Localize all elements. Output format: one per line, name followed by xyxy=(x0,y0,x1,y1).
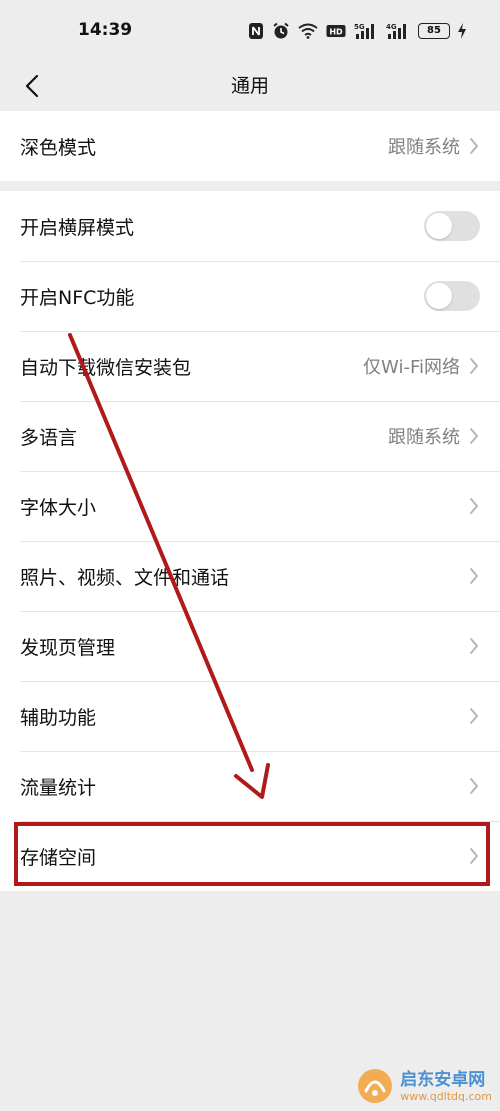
settings-item-label: 开启NFC功能 xyxy=(20,286,135,309)
chevron-right-icon xyxy=(468,427,480,445)
settings-item-media-files[interactable]: 照片、视频、文件和通话 xyxy=(0,541,500,611)
hd-icon: HD xyxy=(326,25,346,37)
settings-item-accessibility[interactable]: 辅助功能 xyxy=(0,681,500,751)
settings-item-discover-management[interactable]: 发现页管理 xyxy=(0,611,500,681)
chevron-right-icon xyxy=(468,357,480,375)
wifi-icon xyxy=(298,23,318,39)
settings-group-display: 深色模式 跟随系统 xyxy=(0,111,500,181)
settings-item-font-size[interactable]: 字体大小 xyxy=(0,471,500,541)
settings-item-label: 多语言 xyxy=(20,426,78,449)
toggle-knob xyxy=(426,283,452,309)
chevron-right-icon xyxy=(468,567,480,585)
chevron-right-icon xyxy=(468,707,480,725)
svg-text:5G: 5G xyxy=(354,23,365,31)
settings-item-nfc: 开启NFC功能 xyxy=(0,261,500,331)
settings-item-label: 照片、视频、文件和通话 xyxy=(20,566,230,589)
settings-item-data-usage[interactable]: 流量统计 xyxy=(0,751,500,821)
status-bar: 14:39 HD 5G 4G 85 xyxy=(0,0,500,62)
settings-item-storage[interactable]: 存储空间 xyxy=(0,821,500,891)
settings-item-label: 字体大小 xyxy=(20,496,97,519)
settings-item-auto-download[interactable]: 自动下载微信安装包 仅Wi-Fi网络 xyxy=(0,331,500,401)
settings-item-label: 开启横屏模式 xyxy=(20,216,135,239)
settings-item-dark-mode[interactable]: 深色模式 跟随系统 xyxy=(0,111,500,181)
settings-item-label: 存储空间 xyxy=(20,846,97,869)
toggle-knob xyxy=(426,213,452,239)
settings-item-language[interactable]: 多语言 跟随系统 xyxy=(0,401,500,471)
settings-item-label: 流量统计 xyxy=(20,776,97,799)
page-title: 通用 xyxy=(230,75,269,97)
chevron-right-icon xyxy=(468,497,480,515)
watermark-url: www.qdltdq.com xyxy=(400,1089,492,1103)
settings-item-label: 发现页管理 xyxy=(20,636,116,659)
watermark-title: 启东安卓网 xyxy=(400,1069,486,1090)
nfc-toggle[interactable] xyxy=(424,281,480,311)
settings-item-label: 深色模式 xyxy=(20,136,97,159)
settings-item-label: 自动下载微信安装包 xyxy=(20,356,192,379)
watermark: 启东安卓网 www.qdltdq.com xyxy=(356,1067,492,1105)
status-time: 14:39 xyxy=(78,20,133,40)
landscape-mode-toggle[interactable] xyxy=(424,211,480,241)
charging-icon xyxy=(458,23,466,39)
navigation-bar: 通用 xyxy=(0,62,500,110)
watermark-logo-icon xyxy=(358,1069,393,1103)
watermark-text: 启东安卓网 www.qdltdq.com xyxy=(400,1070,492,1103)
chevron-right-icon xyxy=(468,847,480,865)
nfc-icon xyxy=(249,23,263,39)
chevron-right-icon xyxy=(468,637,480,655)
settings-item-label: 辅助功能 xyxy=(20,706,97,729)
status-icons: HD 5G 4G 85 xyxy=(248,19,466,43)
svg-text:HD: HD xyxy=(329,28,343,37)
signal-5g-icon: 5G xyxy=(354,23,374,39)
battery-icon: 85 xyxy=(418,23,450,39)
settings-item-value: 仅Wi-Fi网络 xyxy=(363,357,460,378)
settings-item-value: 跟随系统 xyxy=(388,427,460,448)
chevron-right-icon xyxy=(468,777,480,795)
settings-item-value: 跟随系统 xyxy=(388,137,460,158)
settings-item-landscape-mode: 开启横屏模式 xyxy=(0,191,500,261)
alarm-icon xyxy=(273,22,289,39)
signal-4g-icon: 4G xyxy=(386,23,406,39)
settings-group-general: 开启横屏模式 开启NFC功能 自动下载微信安装包 仅Wi-Fi网络 多语言 跟随… xyxy=(0,191,500,891)
chevron-right-icon xyxy=(468,137,480,155)
svg-text:4G: 4G xyxy=(386,23,397,31)
